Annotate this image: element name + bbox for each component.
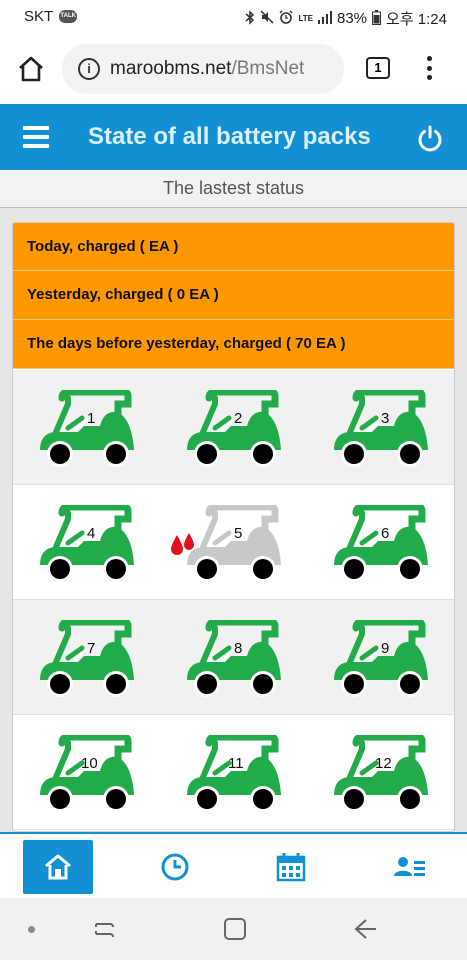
battery-percent: 83%	[337, 10, 368, 27]
cart-number: 1	[87, 410, 96, 427]
golf-cart-icon	[187, 505, 281, 582]
home-nav-icon[interactable]	[222, 916, 248, 942]
cart-item-7[interactable]: 7	[13, 600, 160, 715]
recent-apps-icon[interactable]	[92, 916, 118, 942]
golf-cart-icon	[334, 620, 428, 697]
signal-icon	[318, 10, 332, 27]
cart-number: 2	[234, 410, 243, 427]
address-bar[interactable]: i maroobms.net/BmsNet	[62, 44, 344, 94]
carrier-label: SKT	[24, 8, 54, 25]
cart-number: 7	[87, 640, 96, 657]
cart-row: 4 5 6	[13, 485, 454, 600]
summary-before-yesterday: The days before yesterday, charged ( 70 …	[13, 320, 454, 369]
tab-calendar[interactable]	[256, 840, 326, 894]
tab-switcher-button[interactable]: 1	[366, 57, 390, 79]
browser-menu-icon[interactable]	[426, 56, 432, 80]
golf-cart-icon	[40, 620, 134, 697]
status-subheader: The lastest status	[0, 170, 467, 208]
cart-number: 3	[381, 410, 390, 427]
tab-home[interactable]	[23, 840, 93, 894]
power-icon[interactable]	[416, 124, 444, 152]
url-domain: maroobms.net	[110, 58, 232, 79]
cart-number: 6	[381, 525, 390, 542]
cart-item-9[interactable]: 9	[307, 600, 454, 715]
network-type-label: LTE	[298, 13, 313, 23]
golf-cart-icon	[187, 390, 281, 467]
golf-cart-icon	[334, 390, 428, 467]
tab-history[interactable]	[140, 840, 210, 894]
golf-cart-icon	[187, 620, 281, 697]
cart-number: 10	[81, 755, 98, 772]
cart-item-1[interactable]: 1	[13, 370, 160, 485]
user-list-icon	[394, 857, 425, 876]
cart-number: 11	[228, 755, 244, 772]
calendar-icon	[276, 853, 306, 882]
cart-number: 12	[375, 755, 392, 772]
cart-row: 1 2 3	[13, 370, 454, 485]
mute-icon	[260, 10, 275, 27]
cart-item-10[interactable]: 10	[13, 715, 160, 830]
browser-home-icon[interactable]	[16, 54, 46, 84]
golf-cart-icon	[187, 735, 281, 812]
water-drop-icon	[171, 533, 194, 555]
cart-item-2[interactable]: 2	[160, 370, 307, 485]
cart-grid: 1 2 3 4 5 6 7 8 9 10 11 12	[13, 370, 454, 830]
alarm-icon	[279, 10, 293, 27]
cart-row: 7 8 9	[13, 600, 454, 715]
cart-item-6[interactable]: 6	[307, 485, 454, 600]
home-icon	[45, 854, 71, 880]
page-title: State of all battery packs	[88, 123, 371, 150]
cart-item-12[interactable]: 12	[307, 715, 454, 830]
system-nav-bar	[0, 898, 467, 960]
clock-time: 오후 1:24	[386, 11, 447, 28]
main-content: Today, charged ( EA ) Yesterday, charged…	[0, 208, 467, 832]
nav-dot-icon	[28, 926, 35, 933]
cart-item-5[interactable]: 5	[160, 485, 307, 600]
bottom-tab-bar	[0, 832, 467, 898]
cart-number: 4	[87, 525, 96, 542]
browser-toolbar: i maroobms.net/BmsNet 1	[0, 34, 467, 104]
hamburger-menu-icon[interactable]	[23, 126, 49, 148]
cart-row: 10 11 12	[13, 715, 454, 830]
url-text: maroobms.net/BmsNet	[110, 58, 304, 80]
golf-cart-icon	[40, 390, 134, 467]
cart-number: 5	[234, 525, 243, 542]
cart-number: 8	[234, 640, 243, 657]
golf-cart-icon	[40, 505, 134, 582]
site-info-icon[interactable]: i	[78, 58, 100, 80]
cart-item-3[interactable]: 3	[307, 370, 454, 485]
golf-cart-icon	[334, 735, 428, 812]
status-bar: SKT TALK LTE 83% 오후 1:24	[0, 0, 467, 34]
bluetooth-icon	[245, 9, 255, 28]
tab-users[interactable]	[375, 840, 445, 894]
clock-icon	[161, 853, 189, 881]
kakaotalk-icon: TALK	[59, 10, 78, 23]
cart-item-4[interactable]: 4	[13, 485, 160, 600]
cart-number: 9	[381, 640, 390, 657]
summary-yesterday: Yesterday, charged ( 0 EA )	[13, 271, 454, 320]
golf-cart-icon	[40, 735, 134, 812]
cart-item-8[interactable]: 8	[160, 600, 307, 715]
cart-item-11[interactable]: 11	[160, 715, 307, 830]
battery-panel: Today, charged ( EA ) Yesterday, charged…	[12, 222, 455, 832]
app-header: State of all battery packs	[0, 104, 467, 170]
battery-icon	[372, 9, 382, 28]
back-icon[interactable]	[352, 916, 378, 942]
golf-cart-icon	[334, 505, 428, 582]
url-path: /BmsNet	[231, 58, 305, 79]
summary-today: Today, charged ( EA )	[13, 223, 454, 271]
